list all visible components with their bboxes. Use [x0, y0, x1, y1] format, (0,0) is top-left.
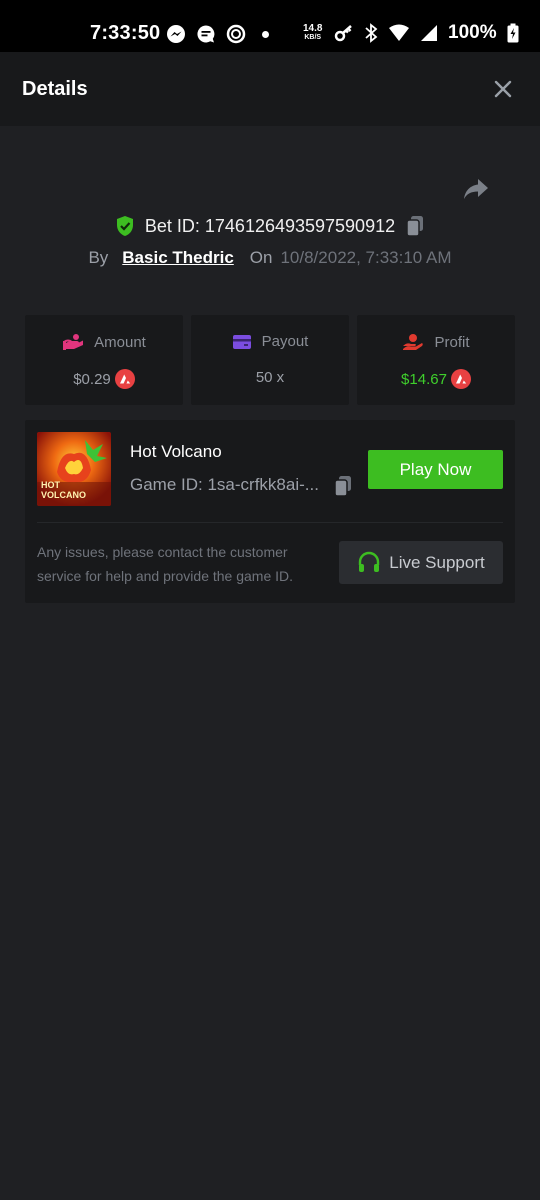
bet-date: 10/8/2022, 7:33:10 AM	[280, 248, 452, 267]
copy-bet-id-icon[interactable]	[405, 215, 425, 237]
battery-charging-icon	[507, 23, 519, 43]
avax-coin-icon	[450, 369, 471, 389]
game-name: Hot Volcano	[130, 442, 222, 461]
avax-coin-icon	[114, 369, 135, 389]
profit-icon	[403, 334, 424, 350]
amount-value: $0.29	[73, 370, 111, 388]
profit-label: Profit	[434, 333, 470, 351]
on-label: On	[249, 248, 273, 267]
game-thumbnail[interactable]: HOT VOLCANO	[37, 432, 111, 506]
status-bar: 7:33:50 14.8 KB/S 100%	[0, 0, 540, 52]
amount-card: Amount $0.29	[25, 315, 183, 405]
payout-value: 50 x	[255, 369, 285, 386]
headset-icon	[359, 551, 380, 572]
help-text: Any issues, please contact the customer …	[37, 544, 294, 584]
bet-author-row: By Basic Thedric On 10/8/2022, 7:33:10 A…	[0, 246, 540, 270]
amount-icon	[63, 334, 84, 350]
divider	[37, 522, 503, 523]
chat-icon	[197, 25, 215, 43]
payout-label: Payout	[261, 333, 309, 350]
payout-card: Payout 50 x	[191, 315, 349, 405]
more-notifications-dot	[262, 30, 269, 38]
status-time: 7:33:50	[90, 22, 161, 44]
bet-id: Bet ID: 1746126493597590912	[144, 215, 396, 236]
signal-icon	[421, 25, 437, 41]
bet-id-row: Bet ID: 1746126493597590912	[0, 213, 540, 239]
messenger-icon	[167, 25, 185, 43]
live-support-button[interactable]: Live Support	[339, 541, 503, 584]
system-icons: 100%	[334, 22, 519, 44]
app-ring-icon	[226, 24, 246, 44]
user-link[interactable]: Basic Thedric	[122, 248, 234, 268]
payout-card-icon	[232, 334, 251, 349]
amount-label: Amount	[94, 333, 146, 351]
details-header: Details	[0, 52, 540, 126]
close-icon[interactable]	[490, 76, 516, 102]
by-label: By	[88, 248, 109, 267]
wifi-icon	[389, 24, 409, 41]
verified-shield-icon	[116, 216, 133, 236]
notification-icons	[166, 24, 269, 44]
share-icon[interactable]	[462, 176, 490, 202]
play-now-button[interactable]: Play Now	[368, 450, 503, 489]
game-id: Game ID: 1sa-crfkk8ai-...	[130, 475, 319, 494]
key-icon	[334, 25, 352, 42]
profit-card: Profit $14.67	[357, 315, 515, 405]
game-thumbnail-title: HOT VOLCANO	[41, 480, 86, 500]
battery-percent: 100%	[448, 22, 497, 43]
bluetooth-icon	[365, 23, 378, 43]
game-card: HOT VOLCANO Hot Volcano Game ID: 1sa-crf…	[25, 420, 515, 603]
page-title: Details	[22, 78, 88, 100]
live-support-label: Live Support	[389, 552, 485, 572]
profit-value: $14.67	[401, 370, 447, 388]
copy-game-id-icon[interactable]	[333, 475, 353, 497]
network-speed: 14.8 KB/S	[303, 23, 323, 42]
